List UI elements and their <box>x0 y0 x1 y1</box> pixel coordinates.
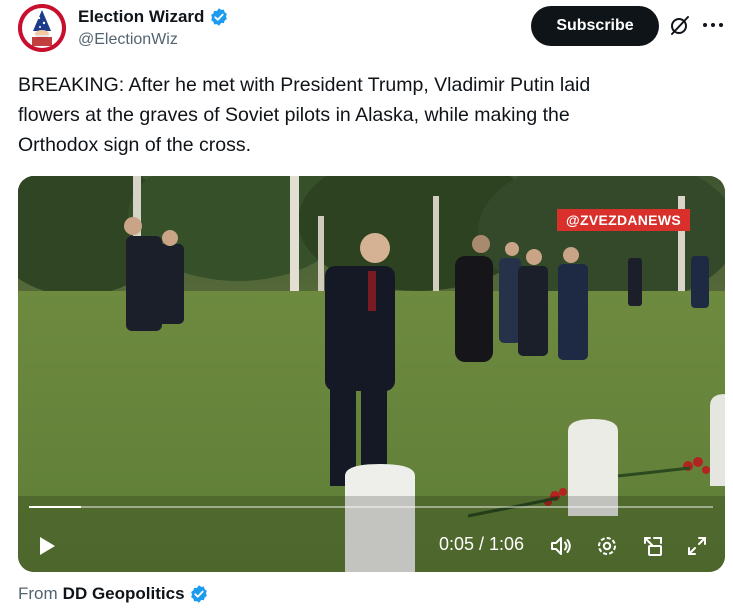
video-player[interactable]: @ZVEZDANEWS 0:05 / 1:06 <box>18 176 725 572</box>
video-frame <box>18 176 725 572</box>
verified-badge-icon <box>209 7 229 27</box>
verified-badge-icon <box>189 584 209 604</box>
author-avatar[interactable] <box>18 4 66 52</box>
video-source: From DD Geopolitics <box>18 584 209 604</box>
author-display-name[interactable]: Election Wizard <box>78 7 204 27</box>
tweet-header: Election Wizard @ElectionWiz Subscribe <box>18 4 723 54</box>
video-controls: 0:05 / 1:06 <box>18 520 725 564</box>
settings-icon[interactable] <box>594 533 620 559</box>
play-icon[interactable] <box>34 534 58 558</box>
video-watermark: @ZVEZDANEWS <box>557 209 690 231</box>
grok-icon[interactable] <box>668 13 692 37</box>
volume-icon[interactable] <box>548 533 574 559</box>
more-icon[interactable] <box>701 13 725 37</box>
subscribe-button[interactable]: Subscribe <box>531 6 659 46</box>
picture-in-picture-icon[interactable] <box>640 533 666 559</box>
source-name-link[interactable]: DD Geopolitics <box>63 584 185 604</box>
fullscreen-icon[interactable] <box>684 533 710 559</box>
video-time-display: 0:05 / 1:06 <box>439 534 525 554</box>
author-name-row: Election Wizard <box>78 7 229 27</box>
tweet-text: BREAKING: After he met with President Tr… <box>18 74 591 156</box>
video-progress-fill <box>29 506 81 508</box>
author-handle[interactable]: @ElectionWiz <box>78 31 178 49</box>
video-progress-bar[interactable] <box>29 506 713 508</box>
source-from-label: From <box>18 584 58 603</box>
